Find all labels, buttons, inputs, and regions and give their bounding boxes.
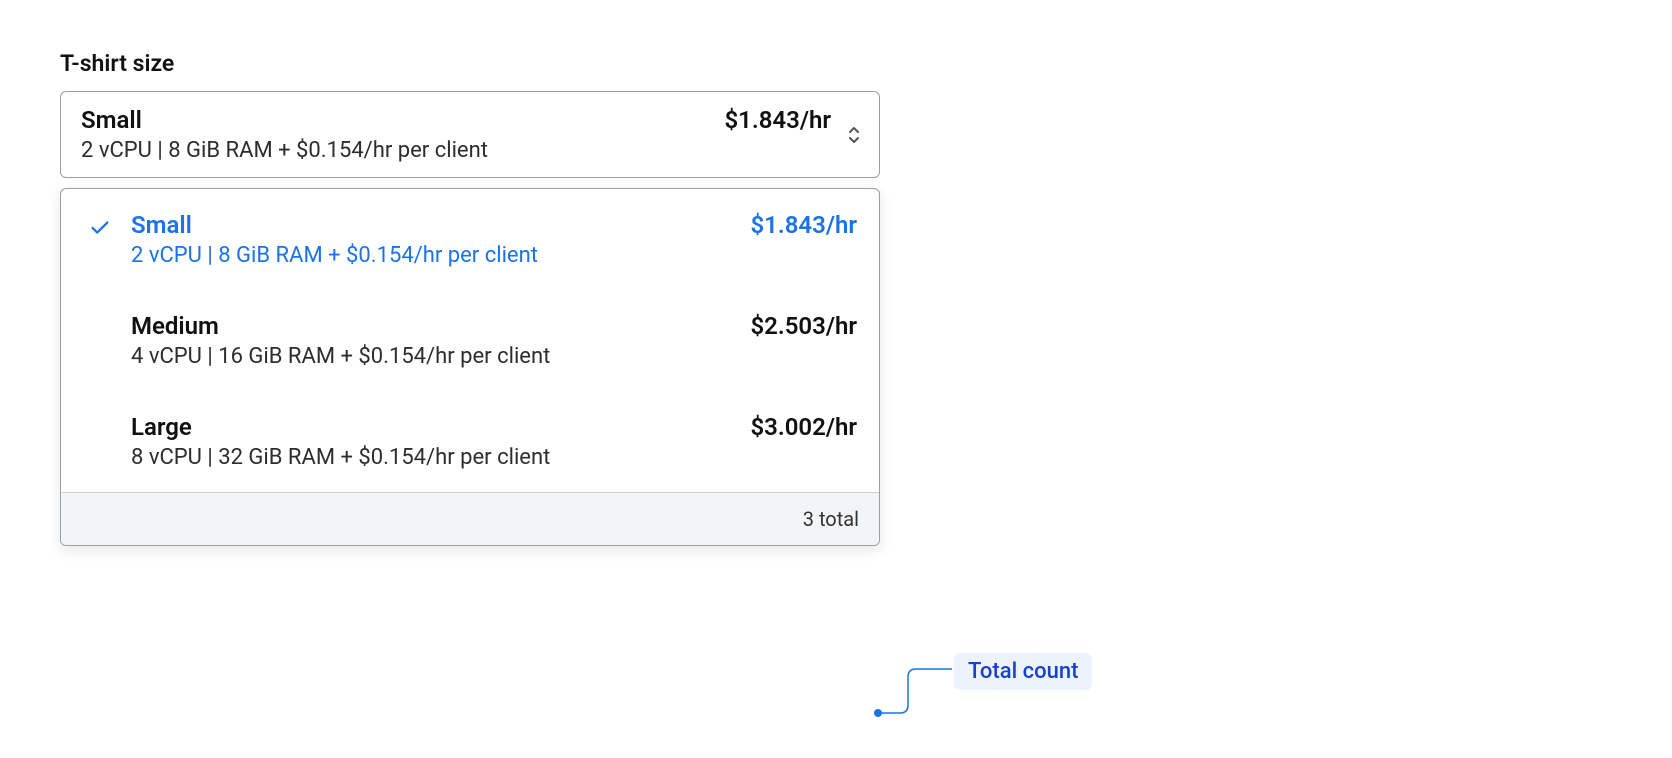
check-icon — [89, 217, 111, 243]
total-count-text: 3 total — [803, 507, 859, 531]
size-select-trigger[interactable]: Small $1.843/hr 2 vCPU | 8 GiB RAM + $0.… — [60, 91, 880, 178]
field-label: T-shirt size — [60, 50, 1612, 77]
option-price: $3.002/hr — [750, 413, 857, 441]
size-option-small[interactable]: Small $1.843/hr 2 vCPU | 8 GiB RAM + $0.… — [61, 189, 879, 290]
option-name: Small — [131, 211, 192, 239]
option-name: Large — [131, 413, 192, 441]
annotation-label: Total count — [954, 653, 1092, 690]
option-desc: 8 vCPU | 32 GiB RAM + $0.154/hr per clie… — [131, 445, 857, 470]
option-price: $1.843/hr — [750, 211, 857, 239]
selected-price: $1.843/hr — [724, 106, 831, 134]
selected-name: Small — [81, 106, 142, 134]
option-name: Medium — [131, 312, 219, 340]
selected-desc: 2 vCPU | 8 GiB RAM + $0.154/hr per clien… — [81, 138, 831, 163]
option-desc: 2 vCPU | 8 GiB RAM + $0.154/hr per clien… — [131, 243, 857, 268]
option-price: $2.503/hr — [750, 312, 857, 340]
size-select: Small $1.843/hr 2 vCPU | 8 GiB RAM + $0.… — [60, 91, 880, 546]
size-option-medium[interactable]: Medium $2.503/hr 4 vCPU | 16 GiB RAM + $… — [61, 290, 879, 391]
size-select-dropdown: Small $1.843/hr 2 vCPU | 8 GiB RAM + $0.… — [60, 188, 880, 546]
chevron-up-down-icon — [847, 126, 861, 144]
option-desc: 4 vCPU | 16 GiB RAM + $0.154/hr per clie… — [131, 344, 857, 369]
size-option-large[interactable]: Large $3.002/hr 8 vCPU | 32 GiB RAM + $0… — [61, 391, 879, 492]
dropdown-footer: 3 total — [61, 492, 879, 545]
